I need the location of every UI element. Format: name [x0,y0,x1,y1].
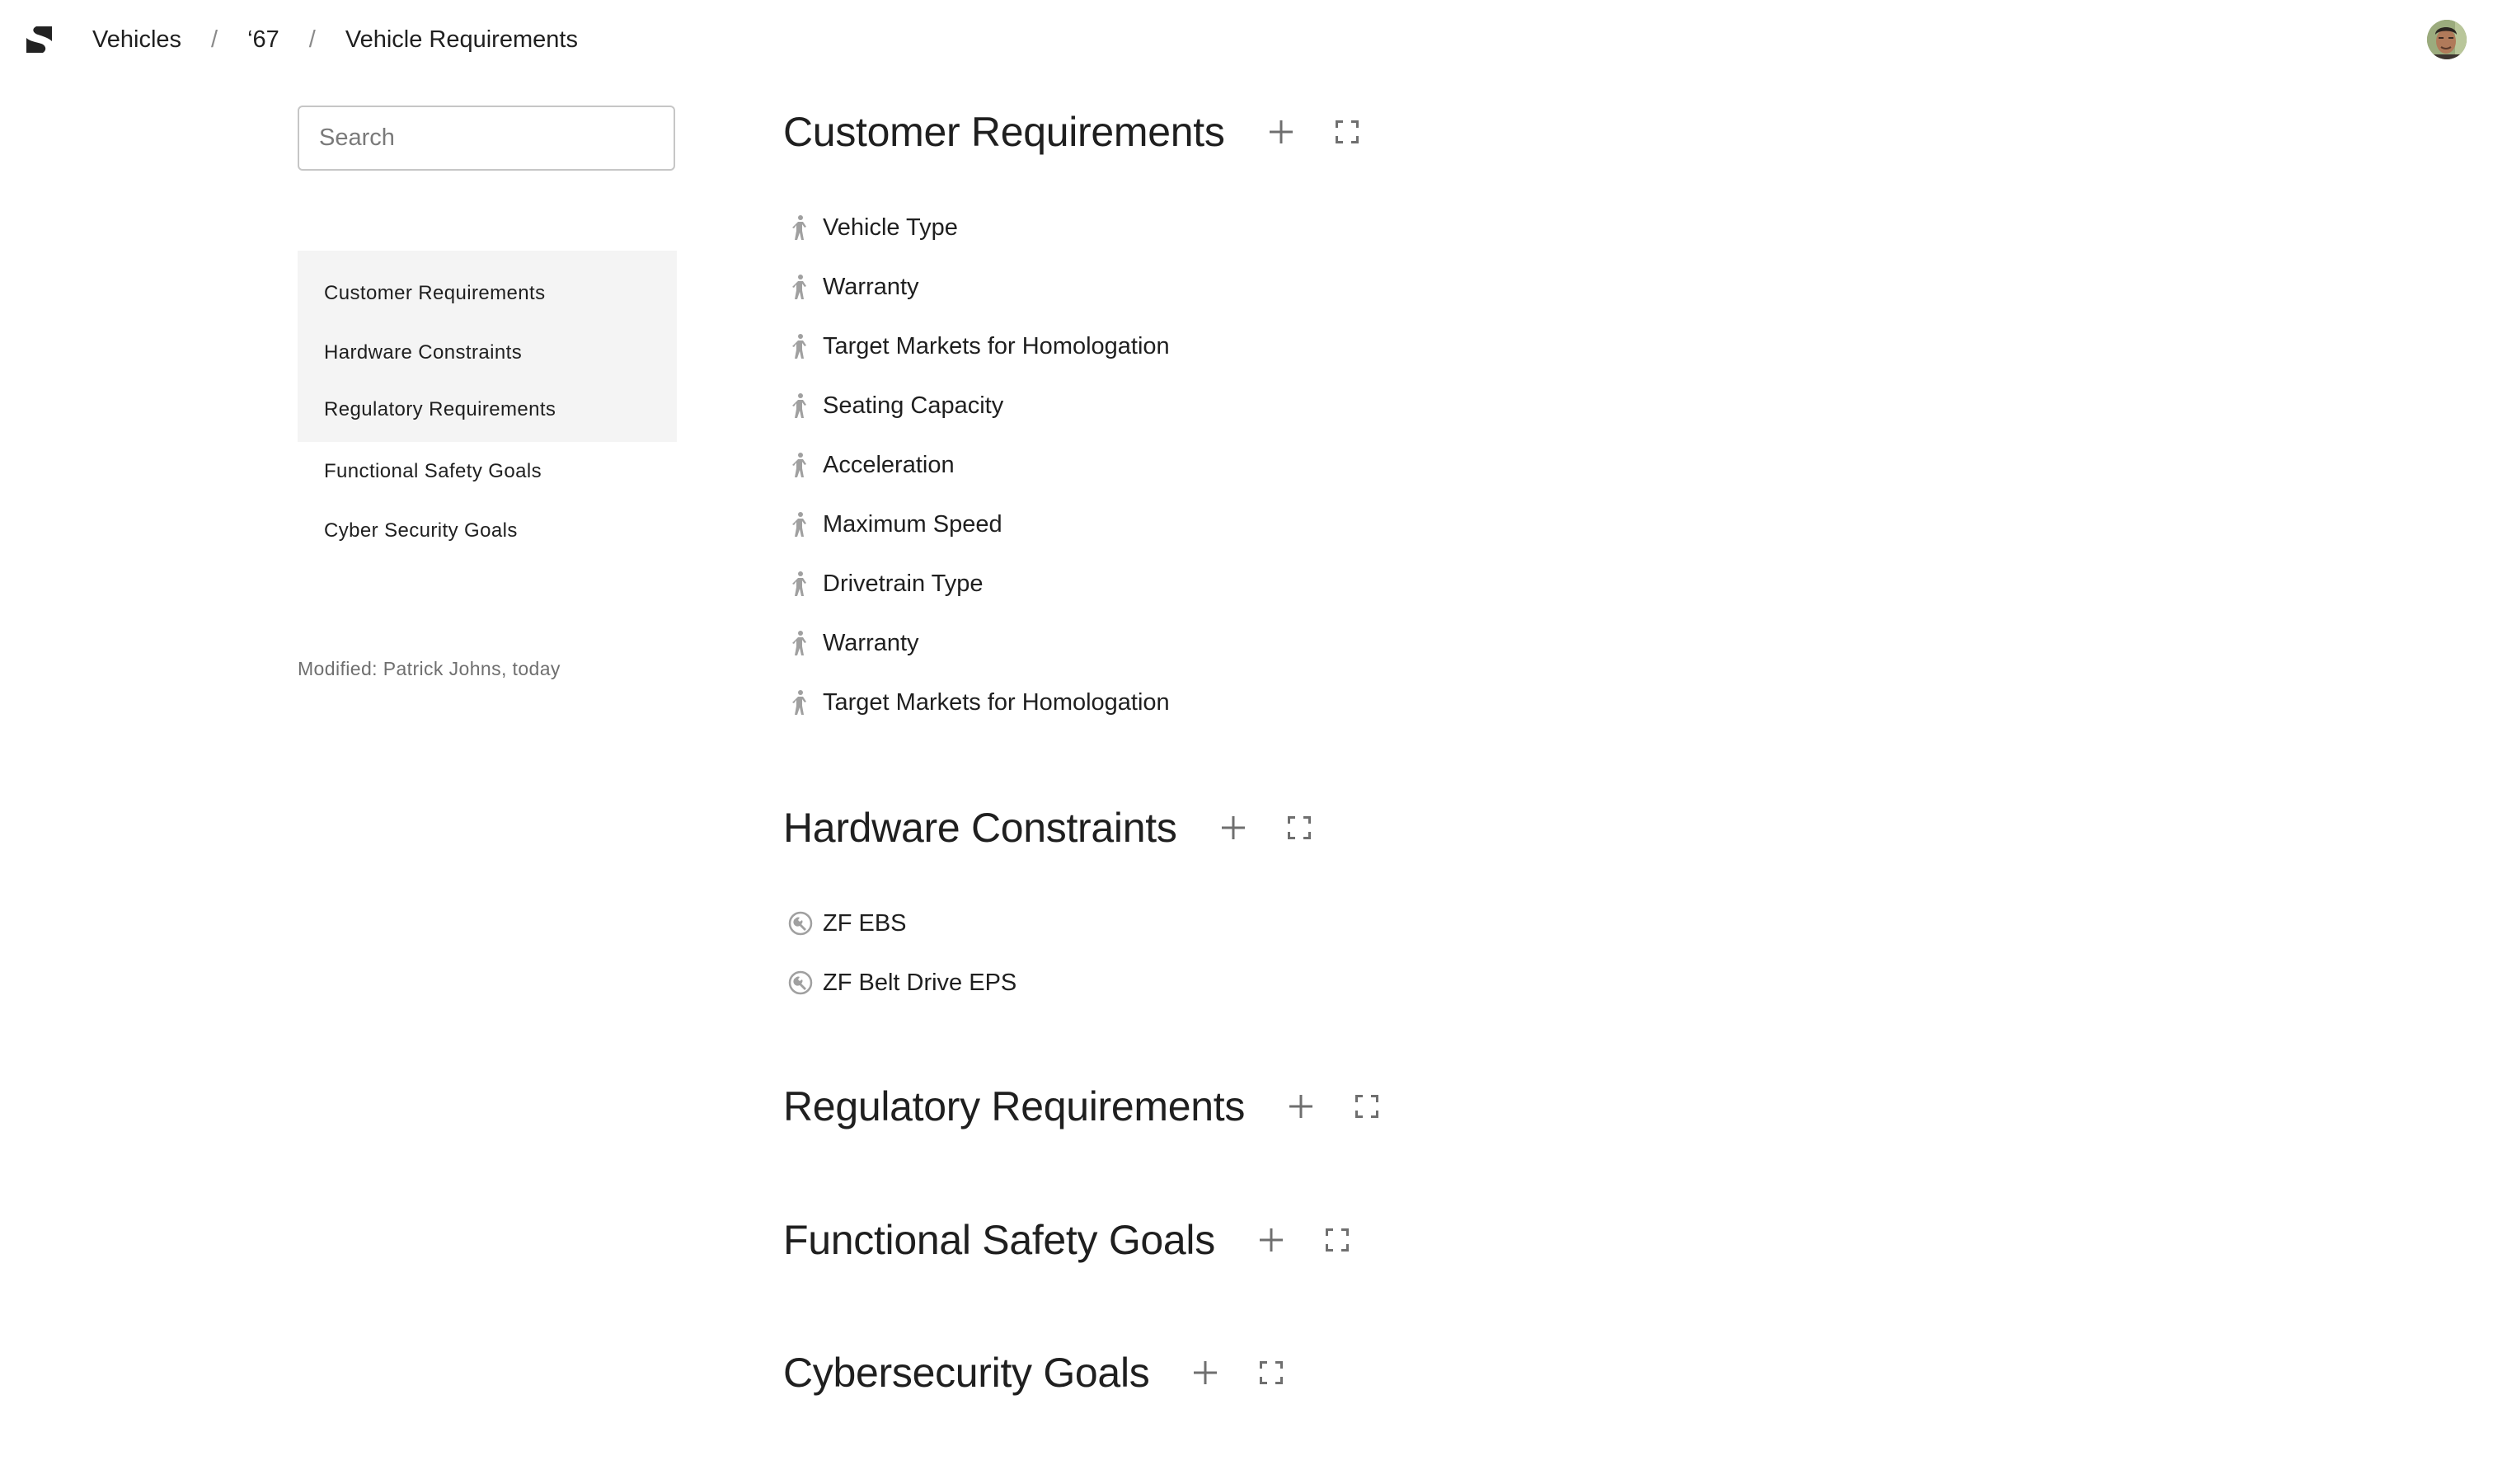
walking-person-icon [788,690,813,715]
item-label: Warranty [823,273,919,300]
user-avatar-icon [2427,20,2467,59]
fullscreen-icon [1287,816,1311,839]
expand-button[interactable] [1253,1355,1289,1391]
walking-person-icon [788,512,813,537]
list-item[interactable]: Seating Capacity [783,376,1365,435]
toc-item-label: Hardware Constraints [324,341,523,364]
item-label: Seating Capacity [823,392,1004,419]
user-avatar[interactable] [2427,20,2467,59]
list-item[interactable]: Acceleration [783,435,1365,495]
list-item[interactable]: ZF Belt Drive EPS [783,953,1317,1012]
plus-icon [1269,120,1293,143]
breadcrumb-vehicles[interactable]: Vehicles [92,26,181,54]
fullscreen-icon [1335,120,1359,143]
add-button[interactable] [1253,1222,1289,1258]
fullscreen-icon [1355,1095,1379,1118]
list-item[interactable]: Drivetrain Type [783,554,1365,613]
toc-item-customer-requirements[interactable]: Customer Requirements [298,251,677,323]
section-title: Functional Safety Goals [783,1217,1215,1263]
item-label: ZF EBS [823,909,907,937]
item-label: ZF Belt Drive EPS [823,969,1017,996]
section-cybersecurity-goals: Cybersecurity Goals [783,1343,1289,1402]
breadcrumb-separator: / [308,26,316,53]
expand-button[interactable] [1281,810,1317,846]
constraint-list: ZF EBS ZF Belt Drive EPS [783,894,1317,1012]
toc-item-hardware-constraints[interactable]: Hardware Constraints [298,323,677,383]
plus-icon [1289,1095,1313,1118]
toc-item-functional-safety-goals[interactable]: Functional Safety Goals [298,442,677,501]
add-button[interactable] [1215,810,1251,846]
table-of-contents: Customer Requirements Hardware Constrain… [298,251,677,561]
toc-item-label: Functional Safety Goals [324,460,542,482]
list-item[interactable]: ZF EBS [783,894,1317,953]
section-hardware-constraints: Hardware Constraints ZF EBS ZF Belt Driv… [783,798,1317,1012]
breadcrumb-vehicle-requirements[interactable]: Vehicle Requirements [345,26,578,54]
top-bar: Vehicles / ‘67 / Vehicle Requirements [0,0,2493,79]
item-label: Acceleration [823,451,955,478]
section-customer-requirements: Customer Requirements Vehicle Type Warra… [783,102,1365,732]
walking-person-icon [788,334,813,359]
section-title: Customer Requirements [783,109,1225,155]
fullscreen-icon [1325,1228,1349,1252]
toc-item-cyber-security-goals[interactable]: Cyber Security Goals [298,501,677,561]
list-item[interactable]: Target Markets for Homologation [783,317,1365,376]
plus-icon [1259,1228,1283,1252]
fullscreen-icon [1260,1361,1284,1384]
plus-icon [1194,1361,1218,1384]
list-item[interactable]: Target Markets for Homologation [783,673,1365,732]
item-label: Target Markets for Homologation [823,332,1170,359]
requirement-list: Vehicle Type Warranty Target Markets for… [783,198,1365,732]
walking-person-icon [788,571,813,596]
list-item[interactable]: Warranty [783,613,1365,673]
list-item[interactable]: Maximum Speed [783,495,1365,554]
plus-icon [1221,816,1245,839]
list-item[interactable]: Warranty [783,257,1365,317]
item-label: Vehicle Type [823,214,958,241]
expand-button[interactable] [1329,114,1365,150]
breadcrumb-67[interactable]: ‘67 [247,26,279,54]
expand-button[interactable] [1319,1222,1355,1258]
walking-person-icon [788,275,813,299]
section-title: Regulatory Requirements [783,1083,1246,1129]
app-logo-icon[interactable] [26,26,53,53]
breadcrumb-separator: / [211,26,218,53]
wrench-circle-icon [788,970,813,995]
expand-button[interactable] [1349,1088,1385,1125]
item-label: Target Markets for Homologation [823,688,1170,716]
section-title: Cybersecurity Goals [783,1350,1150,1396]
toc-item-label: Cyber Security Goals [324,519,518,542]
toc-item-regulatory-requirements[interactable]: Regulatory Requirements [298,383,677,442]
add-button[interactable] [1187,1355,1223,1391]
modified-info: Modified: Patrick Johns, today [298,658,561,679]
walking-person-icon [788,215,813,240]
section-functional-safety-goals: Functional Safety Goals [783,1210,1355,1270]
list-item[interactable]: Vehicle Type [783,198,1365,257]
item-label: Maximum Speed [823,510,1002,538]
add-button[interactable] [1283,1088,1319,1125]
walking-person-icon [788,631,813,655]
toc-item-label: Regulatory Requirements [324,398,556,420]
section-regulatory-requirements: Regulatory Requirements [783,1077,1385,1136]
add-button[interactable] [1263,114,1299,150]
wrench-circle-icon [788,911,813,936]
item-label: Drivetrain Type [823,570,984,597]
breadcrumb: Vehicles / ‘67 / Vehicle Requirements [92,23,578,56]
walking-person-icon [788,393,813,418]
walking-person-icon [788,453,813,477]
search-input[interactable] [298,106,675,171]
item-label: Warranty [823,629,919,656]
section-title: Hardware Constraints [783,805,1177,851]
toc-item-label: Customer Requirements [324,282,546,304]
